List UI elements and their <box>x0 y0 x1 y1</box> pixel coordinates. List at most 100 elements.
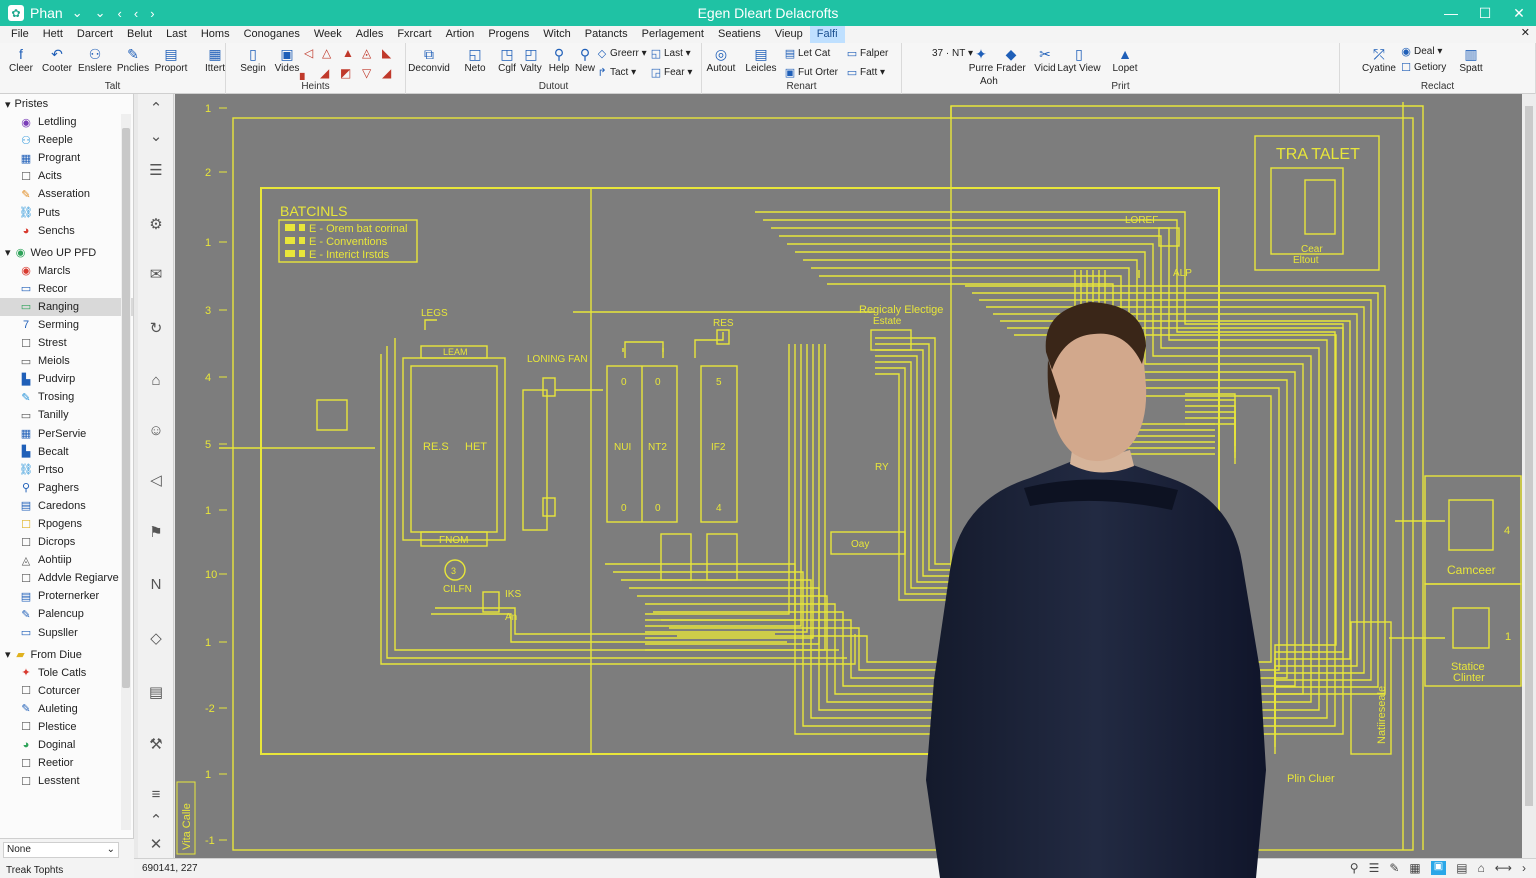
menu-item-homs[interactable]: Homs <box>194 26 237 43</box>
sidebar-scrollbar[interactable] <box>121 114 131 830</box>
sidebar-item-palencup[interactable]: ✎ Palencup <box>0 605 133 623</box>
sidebar-item-caredons[interactable]: ▤ Caredons <box>0 497 133 515</box>
search-icon[interactable]: ⚲ <box>1350 861 1359 875</box>
list-icon[interactable]: ☰ <box>146 160 166 180</box>
sidebar-item-addvle-regiarve[interactable]: ☐ Addvle Regiarve <box>0 569 133 587</box>
sidebar-item-perservie[interactable]: ▦ PerServie <box>0 425 133 443</box>
drawing-tool-icon[interactable]: ▽ <box>362 65 371 81</box>
sidebar-item-meiols[interactable]: ▭ Meiols <box>0 352 133 370</box>
sidebar-item-senchs[interactable]: ◕ Senchs <box>0 222 133 240</box>
ribbon-button-enslere[interactable]: ⚇ Enslere <box>76 45 114 79</box>
chevron-up-icon[interactable]: ⌃ <box>146 810 166 830</box>
sidebar-item-trosing[interactable]: ✎ Trosing <box>0 388 133 406</box>
flag-icon[interactable]: ⚑ <box>146 522 166 542</box>
menu-item-artion[interactable]: Artion <box>439 26 482 43</box>
ribbon-small-button[interactable]: ▭ Fatt ▾ <box>846 64 885 80</box>
chevron-up-icon[interactable]: ⌃ <box>146 98 166 118</box>
home-icon[interactable]: ⌂ <box>146 370 166 390</box>
collapse-arrow-icon[interactable]: ▾ <box>5 648 11 661</box>
ribbon-button-layt-view[interactable]: ▯ Layt View <box>1057 45 1100 79</box>
back-arrow-icon[interactable]: ‹ <box>115 6 125 21</box>
collapse-arrow-icon[interactable]: ▾ <box>5 98 11 111</box>
sidebar-item-reeple[interactable]: ⚇ Reeple <box>0 131 133 149</box>
ribbon-button-autout[interactable]: ◎ Autout <box>702 45 740 79</box>
sidebar-item-tole-catls[interactable]: ✦ Tole Catls <box>0 664 133 682</box>
ribbon-small-button[interactable]: ▣ Fut Orter <box>784 64 838 80</box>
zoom-indicator[interactable]: ▣ <box>1430 861 1447 875</box>
sidebar-item-supsller[interactable]: ▭ Supsller <box>0 624 133 642</box>
drawing-tool-icon[interactable]: ◢ <box>382 65 391 81</box>
chevron-down-icon[interactable]: ⌄ <box>146 126 166 146</box>
sidebar-item-proternerker[interactable]: ▤ Proternerker <box>0 587 133 605</box>
ribbon-button-pnclies[interactable]: ✎ Pnclies <box>114 45 152 79</box>
menu-item-belut[interactable]: Belut <box>120 26 159 43</box>
sidebar-item-doginal[interactable]: ◕ Doginal <box>0 736 133 754</box>
ribbon-button-lopet[interactable]: ▲ Lopet <box>1106 45 1144 79</box>
speaker-icon[interactable]: ◁ <box>146 470 166 490</box>
sidebar-item-auleting[interactable]: ✎ Auleting <box>0 700 133 718</box>
ribbon-button-cleer[interactable]: f Cleer <box>2 45 40 79</box>
user-icon[interactable]: ☺ <box>146 420 166 440</box>
sidebar-item-becalt[interactable]: ▙ Becalt <box>0 443 133 461</box>
edit-icon[interactable]: ✎ <box>1389 861 1399 875</box>
home-icon[interactable]: ⌂ <box>1478 861 1485 875</box>
sidebar-item-acits[interactable]: ☐ Acits <box>0 167 133 185</box>
sidebar-item-serming[interactable]: 7 Serming <box>0 316 133 334</box>
sidebar-item-reetior[interactable]: ☐ Reetior <box>0 754 133 772</box>
scrollbar-thumb[interactable] <box>1525 106 1533 806</box>
sidebar-item-pudvirp[interactable]: ▙ Pudvirp <box>0 370 133 388</box>
ribbon-small-button[interactable]: ☐ Getiory <box>1400 59 1446 75</box>
gear-icon[interactable]: ⚙ <box>146 214 166 234</box>
filter-select[interactable]: None ⌄ <box>3 842 119 858</box>
text-tool-icon[interactable]: N <box>146 574 166 594</box>
menu-item-progens[interactable]: Progens <box>481 26 536 43</box>
sidebar-item-dicrops[interactable]: ☐ Dicrops <box>0 533 133 551</box>
sidebar-item-letdling[interactable]: ◉ Letdling <box>0 113 133 131</box>
ribbon-button-deconvid[interactable]: ⧉ Deconvid <box>408 45 450 79</box>
ribbon-button-cooter[interactable]: ↶ Cooter <box>38 45 76 79</box>
ribbon-small-button[interactable]: ▤ Let Cat <box>784 45 830 61</box>
ribbon-button-spatt[interactable]: ▥ Spatt <box>1452 45 1490 79</box>
sidebar-item-aohtiip[interactable]: ◬ Aohtiip <box>0 551 133 569</box>
ribbon-button-segin[interactable]: ▯ Segin <box>234 45 272 79</box>
menu-icon[interactable]: ≡ <box>146 784 166 804</box>
drawing-tool-icon[interactable]: ◁ <box>304 45 313 61</box>
menu-item-patancts[interactable]: Patancts <box>578 26 635 43</box>
ribbon-small-button[interactable]: ◲ Fear ▾ <box>650 64 693 80</box>
drawing-tool-icon[interactable]: ◬ <box>362 45 371 61</box>
sidebar-item-tanilly[interactable]: ▭ Tanilly <box>0 406 133 424</box>
menu-item-file[interactable]: File <box>4 26 36 43</box>
ribbon-button-cyatine[interactable]: ⤱ Cyatine <box>1360 45 1398 79</box>
sidebar-item-puts[interactable]: ⛓ Puts <box>0 203 133 221</box>
sidebar-item-asseration[interactable]: ✎ Asseration <box>0 185 133 203</box>
drawing-tool-icon[interactable]: ▖ <box>300 65 309 81</box>
menu-item-last[interactable]: Last <box>159 26 194 43</box>
chevron-down-icon[interactable]: ⌄ <box>69 5 86 21</box>
sidebar-item-strest[interactable]: ☐ Strest <box>0 334 133 352</box>
menu-item-adles[interactable]: Adles <box>349 26 391 43</box>
chevron-down-icon[interactable]: ⌄ <box>92 5 109 21</box>
menu-item-fxrcart[interactable]: Fxrcart <box>390 26 438 43</box>
sidebar-item-paghers[interactable]: ⚲ Paghers <box>0 479 133 497</box>
sidebar-item-marcls[interactable]: ◉ Marcls <box>0 262 133 280</box>
sidebar-item-coturcer[interactable]: ☐ Coturcer <box>0 682 133 700</box>
drawing-tool-icon[interactable]: △ <box>322 45 331 61</box>
menu-item-perlagement[interactable]: Perlagement <box>635 26 711 43</box>
canvas-vertical-scrollbar[interactable] <box>1522 94 1536 858</box>
ribbon-small-button[interactable]: ◉ Deal ▾ <box>1400 43 1442 59</box>
ribbon-small-button[interactable]: ◇ Greerr ▾ <box>596 45 647 61</box>
collapse-arrow-icon[interactable]: ▾ <box>5 246 11 259</box>
sidebar-item-recor[interactable]: ▭ Recor <box>0 280 133 298</box>
sidebar-item-prtso[interactable]: ⛓ Prtso <box>0 461 133 479</box>
sidebar-item-ranging[interactable]: ▭ Ranging <box>0 297 133 316</box>
document-icon[interactable]: ▤ <box>146 682 166 702</box>
schematic-drawing[interactable]: 1213451101-21-1 BATCINLS E - Orem bat co… <box>175 94 1522 858</box>
menu-item-week[interactable]: Week <box>307 26 349 43</box>
menu-item-seatiens[interactable]: Seatiens <box>711 26 768 43</box>
sidebar-item-progrant[interactable]: ▦ Progrant <box>0 149 133 167</box>
drawing-tool-icon[interactable]: ▲ <box>342 45 354 61</box>
sidebar-section-header[interactable]: ▾ Pristes <box>0 95 133 113</box>
menu-item-darcert[interactable]: Darcert <box>70 26 120 43</box>
forward-arrow-icon[interactable]: › <box>147 6 157 21</box>
drawing-tool-icon[interactable]: ◢ <box>320 65 329 81</box>
